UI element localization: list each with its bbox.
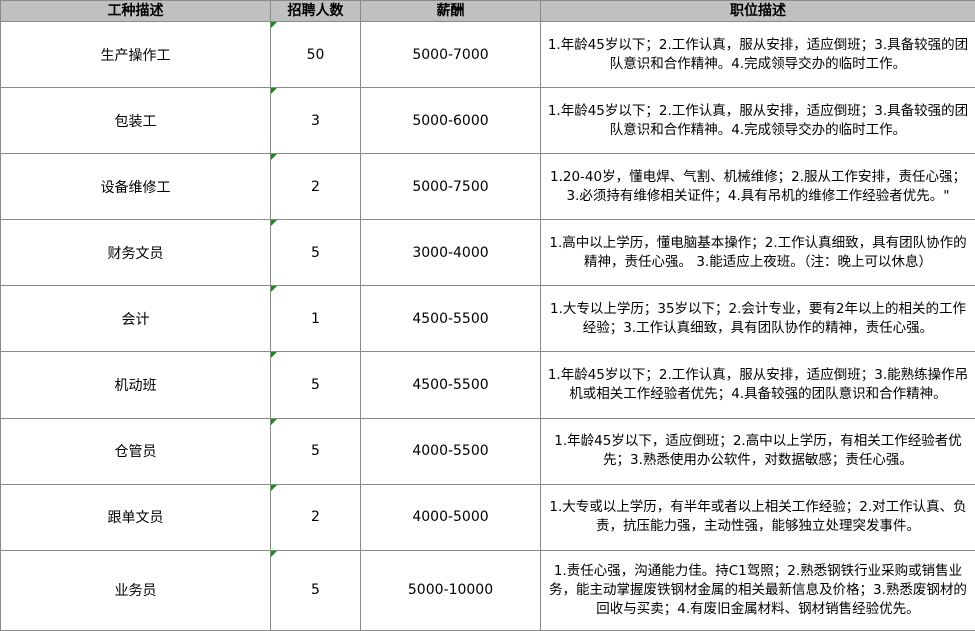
comment-marker-icon [271,551,277,557]
comment-marker-icon [271,154,277,161]
count-value: 1 [311,310,320,327]
table-row: 包装工 3 5000-6000 1.年龄45岁以下；2.工作认真，服从安排，适应… [0,87,975,155]
salary-cell[interactable]: 5000-10000 [360,549,541,631]
count-value: 5 [311,377,320,394]
salary-cell[interactable]: 3000-4000 [360,219,541,287]
count-value: 5 [311,244,320,261]
header-salary[interactable]: 薪酬 [360,0,541,22]
count-value: 3 [311,112,320,129]
count-cell[interactable]: 5 [270,417,361,485]
description-cell[interactable]: 1.20-40岁，懂电焊、气割、机械维修；2.服从工作安排，责任心强；3.必须持… [540,153,975,221]
salary-cell[interactable]: 4500-5500 [360,351,541,419]
description-cell[interactable]: 1.年龄45岁以下；2.工作认真，服从安排，适应倒班；3.能熟练操作吊机或相关工… [540,351,975,419]
salary-cell[interactable]: 4000-5500 [360,417,541,485]
salary-cell[interactable]: 5000-7500 [360,153,541,221]
job-cell[interactable]: 包装工 [0,87,271,155]
comment-marker-icon [271,352,277,359]
header-row: 工种描述 招聘人数 薪酬 职位描述 [0,0,975,22]
count-value: 5 [311,582,320,599]
job-cell[interactable]: 会计 [0,285,271,353]
table-row: 跟单文员 2 4000-5000 1.大专或以上学历，有半年或者以上相关工作经验… [0,483,975,551]
count-cell[interactable]: 50 [270,20,361,89]
count-cell[interactable]: 2 [270,153,361,221]
salary-cell[interactable]: 4500-5500 [360,285,541,353]
table-row: 财务文员 5 3000-4000 1.高中以上学历，懂电脑基本操作；2.工作认真… [0,219,975,287]
salary-cell[interactable]: 5000-6000 [360,87,541,155]
count-value: 50 [306,46,325,63]
count-cell[interactable]: 1 [270,285,361,353]
job-cell[interactable]: 机动班 [0,351,271,419]
table-row: 业务员 5 5000-10000 1.责任心强，沟通能力佳。持C1驾照；2.熟悉… [0,549,975,631]
comment-marker-icon [271,220,277,227]
description-cell[interactable]: 1.大专以上学历；35岁以下；2.会计专业，要有2年以上的相关的工作经验；3.工… [540,285,975,353]
description-cell[interactable]: 1.年龄45岁以下，适应倒班；2.高中以上学历，有相关工作经验者优先；3.熟悉使… [540,417,975,485]
comment-marker-icon [271,485,277,491]
description-cell[interactable]: 1.年龄45岁以下；2.工作认真，服从安排，适应倒班；3.具备较强的团队意识和合… [540,87,975,155]
salary-cell[interactable]: 4000-5000 [360,483,541,551]
job-cell[interactable]: 跟单文员 [0,483,271,551]
description-cell[interactable]: 1.大专或以上学历，有半年或者以上相关工作经验；2.对工作认真、负责，抗压能力强… [540,483,975,551]
description-cell[interactable]: 1.责任心强，沟通能力佳。持C1驾照；2.熟悉钢铁行业采购或销售业务，能主动掌握… [540,549,975,631]
job-table: 工种描述 招聘人数 薪酬 职位描述 生产操作工 50 5000-7000 1.年… [0,0,975,631]
job-cell[interactable]: 仓管员 [0,417,271,485]
job-cell[interactable]: 财务文员 [0,219,271,287]
table-row: 仓管员 5 4000-5500 1.年龄45岁以下，适应倒班；2.高中以上学历，… [0,417,975,485]
table-row: 设备维修工 2 5000-7500 1.20-40岁，懂电焊、气割、机械维修；2… [0,153,975,221]
table-row: 机动班 5 4500-5500 1.年龄45岁以下；2.工作认真，服从安排，适应… [0,351,975,419]
comment-marker-icon [271,286,277,293]
salary-cell[interactable]: 5000-7000 [360,20,541,89]
count-cell[interactable]: 5 [270,549,361,631]
count-value: 2 [311,509,320,526]
description-cell[interactable]: 1.年龄45岁以下；2.工作认真，服从安排，适应倒班；3.具备较强的团队意识和合… [540,20,975,89]
comment-marker-icon [271,88,277,95]
count-value: 5 [311,443,320,460]
count-cell[interactable]: 5 [270,219,361,287]
description-cell[interactable]: 1.高中以上学历，懂电脑基本操作；2.工作认真细致，具有团队协作的精神，责任心强… [540,219,975,287]
count-cell[interactable]: 5 [270,351,361,419]
table-row: 会计 1 4500-5500 1.大专以上学历；35岁以下；2.会计专业，要有2… [0,285,975,353]
comment-marker-icon [271,22,277,28]
count-cell[interactable]: 2 [270,483,361,551]
header-count[interactable]: 招聘人数 [270,0,361,22]
job-cell[interactable]: 生产操作工 [0,20,271,89]
table-row: 生产操作工 50 5000-7000 1.年龄45岁以下；2.工作认真，服从安排… [0,20,975,89]
comment-marker-icon [271,419,277,425]
header-description[interactable]: 职位描述 [540,0,975,22]
count-value: 2 [311,178,320,195]
job-cell[interactable]: 设备维修工 [0,153,271,221]
job-cell[interactable]: 业务员 [0,549,271,631]
count-cell[interactable]: 3 [270,87,361,155]
header-job[interactable]: 工种描述 [0,0,271,22]
